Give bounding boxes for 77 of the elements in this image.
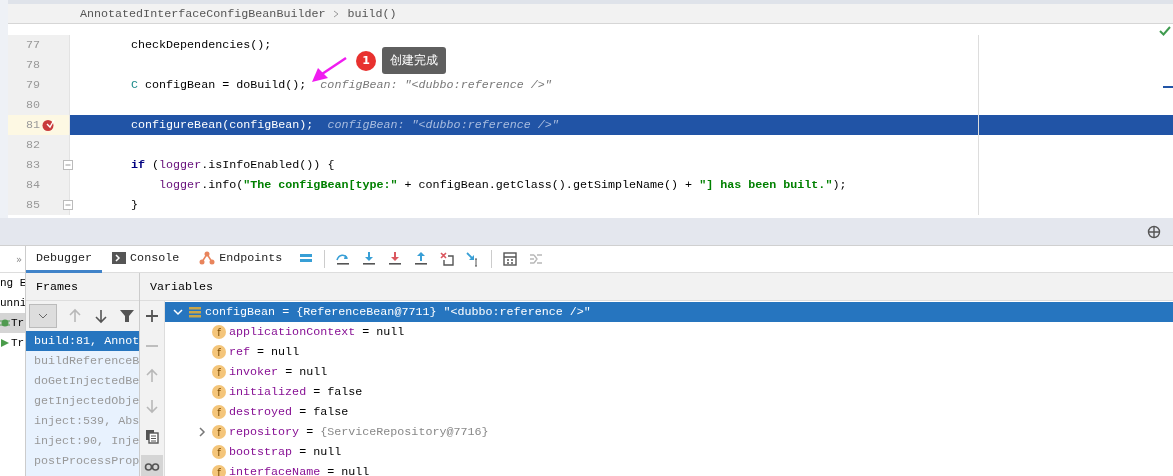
variable-entry[interactable]: initialized = false [229, 385, 363, 399]
line-number: 77 [24, 38, 40, 52]
breadcrumb-item[interactable]: build() [347, 6, 397, 21]
code-text: "] has been built." [699, 178, 833, 192]
more-toggle[interactable]: » [15, 253, 22, 265]
inline-value-hint: configBean: "<dubbo:reference />" [320, 78, 552, 92]
line-number: 82 [24, 138, 40, 152]
bug-icon [0, 318, 10, 328]
step-into-icon[interactable] [361, 251, 378, 267]
terminal-icon [112, 251, 127, 264]
code-text: logger [159, 178, 202, 192]
expand-chevron-icon[interactable] [197, 427, 207, 437]
breadcrumb-item[interactable]: AnnotatedInterfaceConfigBeanBuilder [80, 6, 326, 21]
run-tree-item[interactable]: Tr [11, 337, 25, 349]
field-icon: f [212, 405, 226, 419]
code-text: if [131, 158, 146, 172]
calculator-icon[interactable] [502, 251, 519, 267]
line-number: 79 [24, 78, 40, 92]
step-badge: 1 [356, 50, 376, 71]
play-icon [0, 338, 10, 348]
collapse-chevron-icon[interactable] [173, 307, 183, 317]
chevron-down-icon [38, 313, 48, 319]
step-out-icon[interactable] [413, 251, 430, 267]
code-text: "The configBean[type:" [243, 178, 398, 192]
code-text: configBean = doBuild(); [144, 78, 307, 92]
field-icon: f [212, 365, 226, 379]
filter-icon[interactable] [119, 308, 135, 324]
code-text: checkDependencies(); [131, 38, 272, 52]
panel-title: Frames [36, 279, 79, 294]
line-number: 85 [24, 198, 40, 212]
breakpoint-icon[interactable] [42, 119, 55, 131]
field-icon: f [212, 325, 226, 339]
code-text: configureBean(configBean); [131, 118, 314, 132]
step-over-icon[interactable] [335, 251, 352, 267]
field-icon: f [212, 385, 226, 399]
field-icon: f [212, 425, 226, 439]
line-number: 81 [24, 118, 40, 132]
nodes-icon [199, 250, 216, 265]
chevron-icon [333, 9, 340, 18]
variable-entry[interactable]: applicationContext = null [229, 325, 405, 339]
code-text: .info( [201, 178, 244, 192]
target-icon[interactable] [1147, 224, 1161, 239]
variable-entry[interactable]: ref = null [229, 345, 300, 359]
variable-icon [188, 306, 202, 318]
variable-entry[interactable]: invoker = null [229, 365, 328, 379]
stack-frame[interactable]: build:81, Annot [26, 331, 139, 351]
code-text: ( [151, 158, 160, 172]
line-number: 78 [24, 58, 40, 72]
variable-entry[interactable]: destroyed = false [229, 405, 349, 419]
check-icon [1159, 26, 1171, 36]
variable-entry[interactable]: interfaceName = null [229, 465, 370, 476]
code-text: + configBean.getClass().getSimpleName() + [403, 178, 694, 192]
variable-entry[interactable]: bootstrap = null [229, 445, 342, 459]
drop-frame-icon[interactable] [439, 251, 456, 267]
panel-title: Variables [150, 279, 214, 294]
line-number: 80 [24, 98, 40, 112]
field-icon: f [212, 445, 226, 459]
tab[interactable]: Endpoints [189, 245, 293, 273]
plus-icon[interactable] [144, 308, 160, 324]
inline-value-hint: configBean: "<dubbo:reference />" [327, 118, 559, 132]
code-text: } [131, 198, 138, 212]
variable-entry[interactable]: repository = {ServiceRepository@7716} [229, 425, 489, 439]
down-arrow-icon[interactable] [93, 308, 109, 324]
line-number: 83 [24, 158, 40, 172]
code-text: logger [159, 158, 202, 172]
tab[interactable]: Console [102, 245, 190, 273]
code-text: .isInfoEnabled()) { [201, 158, 335, 172]
annotation-tooltip: 创建完成 [382, 47, 446, 74]
force-step-into-icon[interactable] [387, 251, 404, 267]
run-tree-item[interactable]: unni [0, 297, 25, 309]
field-icon: f [212, 465, 226, 476]
line-number: 84 [24, 178, 40, 192]
run-tree-item[interactable]: ng E [0, 277, 25, 289]
copy-icon[interactable] [144, 428, 160, 444]
code-text: ); [832, 178, 847, 192]
code-text: C [131, 78, 138, 92]
field-icon: f [212, 345, 226, 359]
